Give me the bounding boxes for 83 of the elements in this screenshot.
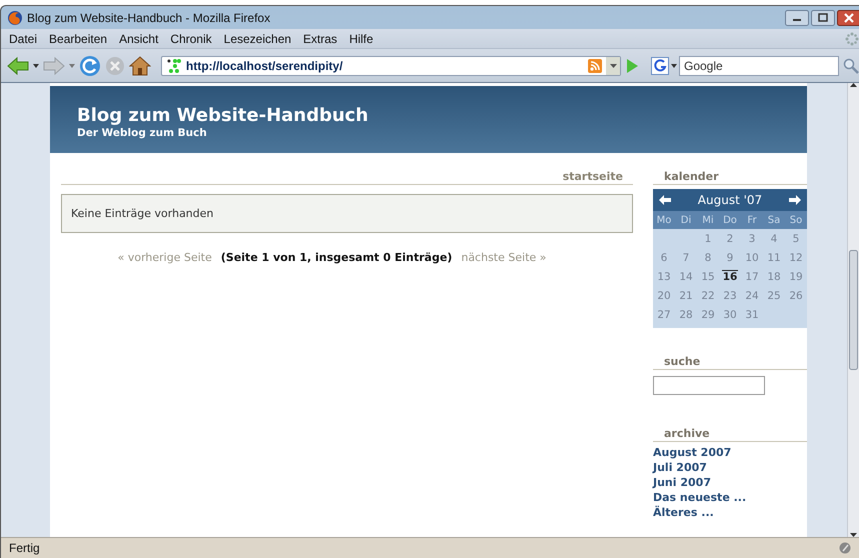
calendar-day[interactable]: 2 <box>719 232 741 244</box>
blog-title[interactable]: Blog zum Website-Handbuch <box>77 105 807 126</box>
menu-item[interactable]: Hilfe <box>343 30 380 46</box>
calendar-day[interactable]: 20 <box>653 290 675 302</box>
calendar-day[interactable]: 21 <box>675 290 697 302</box>
next-page-link[interactable]: nächste Seite » <box>461 251 546 264</box>
menu-item[interactable]: Datei <box>3 30 44 46</box>
calendar-day[interactable]: 18 <box>763 270 785 282</box>
previous-page-link[interactable]: « vorherige Seite <box>118 251 212 264</box>
scroll-thumb-icon[interactable] <box>849 250 858 370</box>
calendar-day[interactable]: 30 <box>719 308 741 320</box>
menu-item[interactable]: Extras <box>297 30 344 46</box>
weekday-label: Mo <box>656 214 672 226</box>
address-bar[interactable]: http://localhost/serendipity/ <box>161 56 621 76</box>
calendar-day[interactable]: 31 <box>741 308 763 320</box>
sidebar-heading: suche <box>653 338 807 370</box>
weekday-label: Sa <box>766 214 782 226</box>
calendar-day[interactable]: 6 <box>653 252 675 264</box>
calendar-month: August '07 <box>698 193 762 207</box>
calendar-day[interactable]: 23 <box>719 290 741 302</box>
dots-favicon-icon <box>166 58 182 74</box>
window-title: Blog zum Website-Handbuch - Mozilla Firefox <box>27 10 272 24</box>
archive-link[interactable]: Juni 2007 <box>653 476 807 489</box>
search-field[interactable]: Google <box>679 56 839 76</box>
search-icon[interactable] <box>843 58 859 74</box>
caret-icon[interactable] <box>671 64 677 68</box>
sidebar-heading: kalender <box>653 153 807 185</box>
left-arrow-icon[interactable] <box>659 195 671 205</box>
calendar-day[interactable]: 15 <box>697 270 719 282</box>
calendar-day[interactable]: 13 <box>653 270 675 282</box>
throbber-icon <box>845 32 859 46</box>
calendar-day[interactable]: 27 <box>653 308 675 320</box>
calendar-day[interactable]: 3 <box>741 232 763 244</box>
calendar-day[interactable]: 17 <box>741 270 763 282</box>
calendar-day[interactable]: 24 <box>741 290 763 302</box>
archive-link[interactable]: Das neueste ... <box>653 491 807 504</box>
firefox-logo-icon <box>7 10 23 26</box>
calendar-day[interactable]: 9 <box>719 252 741 264</box>
calendar-day[interactable]: 4 <box>763 232 785 244</box>
weekday-label: Do <box>722 214 738 226</box>
empty-message: Keine Einträge vorhanden <box>61 194 633 233</box>
status-text: Fertig <box>9 541 40 555</box>
weekday-label: Di <box>680 214 692 226</box>
menu-item[interactable]: Chronik <box>164 30 218 46</box>
google-logo-icon[interactable] <box>651 56 669 74</box>
calendar-day[interactable]: 16 <box>722 270 738 283</box>
calendar-day[interactable]: 8 <box>697 252 719 264</box>
caret-icon[interactable] <box>33 64 39 68</box>
calendar-day[interactable]: 12 <box>785 252 807 264</box>
close-icon[interactable] <box>837 10 859 26</box>
pencil-circle-icon <box>839 542 851 554</box>
calendar-day[interactable]: 1 <box>697 232 719 244</box>
archive-link[interactable]: August 2007 <box>653 446 807 459</box>
reload-icon[interactable] <box>79 54 101 76</box>
calendar-day[interactable]: 7 <box>675 252 697 264</box>
search-field[interactable] <box>653 376 765 395</box>
calendar-day[interactable]: 26 <box>785 290 807 302</box>
blog-subtitle: Der Weblog zum Buch <box>77 127 208 139</box>
archive-link[interactable]: Juli 2007 <box>653 461 807 474</box>
sidebar-heading: archive <box>653 410 807 442</box>
calendar-day[interactable]: 10 <box>741 252 763 264</box>
calendar-day[interactable]: 14 <box>675 270 697 282</box>
calendar-day[interactable]: 22 <box>697 290 719 302</box>
calendar-day[interactable]: 25 <box>763 290 785 302</box>
menu-item[interactable]: Bearbeiten <box>43 30 114 46</box>
calendar-day[interactable]: 5 <box>785 232 807 244</box>
calendar-day[interactable]: 28 <box>675 308 697 320</box>
home-icon[interactable] <box>129 56 151 76</box>
page-info: (Seite 1 von 1, insgesamt 0 Einträge) <box>220 251 452 264</box>
weekday-label: So <box>788 214 804 226</box>
menu-item[interactable]: Lesezeichen <box>218 30 298 46</box>
minimize-icon[interactable] <box>785 10 809 26</box>
archive-link[interactable]: Älteres ... <box>653 506 807 519</box>
weekday-label: Fr <box>746 214 758 226</box>
home-link[interactable]: startseite <box>562 170 623 183</box>
calendar-day[interactable]: 11 <box>763 252 785 264</box>
calendar-day[interactable]: 19 <box>785 270 807 282</box>
calendar-day[interactable]: 29 <box>697 308 719 320</box>
weekday-label: Mi <box>701 214 715 226</box>
right-arrow-icon[interactable] <box>788 195 801 205</box>
caret-icon[interactable] <box>610 64 616 68</box>
maximize-icon[interactable] <box>811 10 835 26</box>
menu-item[interactable]: Ansicht <box>113 30 164 46</box>
